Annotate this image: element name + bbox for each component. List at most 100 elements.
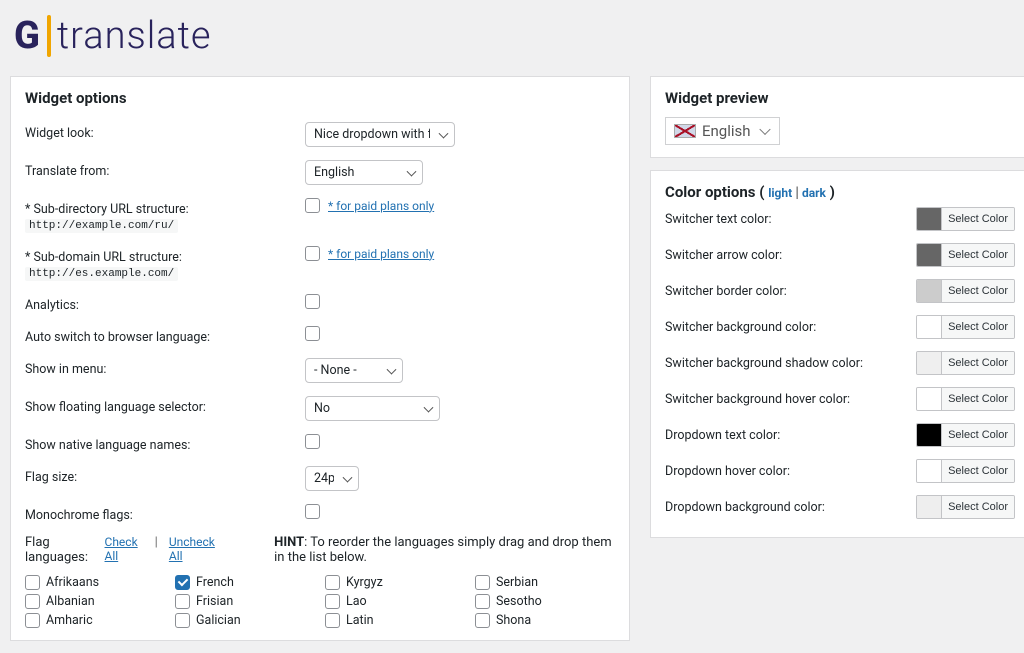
- brand-logo: G translate: [10, 10, 1014, 76]
- language-label: Frisian: [196, 594, 233, 609]
- floating-selector-select[interactable]: No: [305, 396, 440, 421]
- widget-options-title: Widget options: [25, 89, 615, 107]
- monochrome-flags-checkbox[interactable]: [305, 504, 320, 519]
- language-label: Serbian: [496, 575, 538, 590]
- language-label: Afrikaans: [46, 575, 99, 590]
- language-item: French: [175, 575, 315, 590]
- color-swatch[interactable]: [917, 352, 941, 374]
- color-options-panel: Color options ( light|dark ) Switcher te…: [650, 170, 1024, 538]
- color-swatch[interactable]: [917, 496, 941, 518]
- flag-size-select[interactable]: 24px: [305, 466, 359, 491]
- uncheck-all-link[interactable]: Uncheck All: [169, 535, 218, 563]
- language-checkbox[interactable]: [25, 594, 40, 609]
- translate-from-select[interactable]: English: [305, 160, 423, 185]
- select-color-button[interactable]: Select Color: [941, 388, 1014, 410]
- language-checkbox[interactable]: [175, 575, 190, 590]
- flag-size-label: Flag size:: [25, 466, 305, 485]
- language-item: Galician: [175, 613, 315, 628]
- language-label: Lao: [346, 594, 367, 609]
- language-label: Sesotho: [496, 594, 542, 609]
- language-item: Latin: [325, 613, 465, 628]
- brand-word: translate: [57, 14, 212, 58]
- color-option-label: Switcher background hover color:: [665, 392, 850, 407]
- sub-domain-checkbox[interactable]: [305, 246, 320, 261]
- select-color-button[interactable]: Select Color: [941, 352, 1014, 374]
- language-label: Latin: [346, 613, 374, 628]
- sub-domain-label: * Sub-domain URL structure:: [25, 250, 305, 265]
- language-label: French: [196, 575, 234, 590]
- color-option-label: Dropdown background color:: [665, 500, 825, 515]
- brand-divider: [47, 15, 51, 57]
- language-checkbox[interactable]: [325, 594, 340, 609]
- language-item: Shona: [475, 613, 615, 628]
- color-option-label: Dropdown text color:: [665, 428, 780, 443]
- language-checkbox[interactable]: [25, 613, 40, 628]
- sub-domain-example: http://es.example.com/: [25, 267, 178, 281]
- select-color-button[interactable]: Select Color: [941, 280, 1014, 302]
- check-all-link[interactable]: Check All: [105, 535, 144, 563]
- language-label: Albanian: [46, 594, 95, 609]
- select-color-button[interactable]: Select Color: [941, 208, 1014, 230]
- language-item: Kyrgyz: [325, 575, 465, 590]
- language-item: Albanian: [25, 594, 165, 609]
- hint-label: HINT: [274, 535, 304, 550]
- color-option-row: Switcher background hover color: Select C…: [665, 381, 1015, 417]
- sub-directory-example: http://example.com/ru/: [25, 219, 178, 233]
- language-item: Afrikaans: [25, 575, 165, 590]
- flag-icon: [674, 124, 696, 138]
- color-option-row: Switcher background shadow color: Select …: [665, 345, 1015, 381]
- language-item: Serbian: [475, 575, 615, 590]
- analytics-checkbox[interactable]: [305, 294, 320, 309]
- color-swatch[interactable]: [917, 388, 941, 410]
- theme-light-link[interactable]: light: [768, 186, 792, 200]
- language-checkbox[interactable]: [175, 613, 190, 628]
- language-item: Frisian: [175, 594, 315, 609]
- color-option-label: Switcher background shadow color:: [665, 356, 863, 371]
- select-color-button[interactable]: Select Color: [941, 496, 1014, 518]
- color-option-row: Switcher border color:Select Color: [665, 273, 1015, 309]
- color-option-row: Switcher background color: Select Color: [665, 309, 1015, 345]
- select-color-button[interactable]: Select Color: [941, 460, 1014, 482]
- show-in-menu-select[interactable]: - None -: [305, 358, 403, 383]
- language-item: Sesotho: [475, 594, 615, 609]
- theme-dark-link[interactable]: dark: [802, 186, 826, 200]
- color-option-label: Switcher background color:: [665, 320, 816, 335]
- show-in-menu-label: Show in menu:: [25, 358, 305, 377]
- color-swatch[interactable]: [917, 280, 941, 302]
- widget-look-label: Widget look:: [25, 122, 305, 141]
- color-swatch[interactable]: [917, 244, 941, 266]
- flag-languages-label: Flag languages:: [25, 535, 97, 565]
- preview-language-switcher[interactable]: English: [665, 117, 780, 145]
- sub-directory-paid-link[interactable]: * for paid plans only: [328, 199, 434, 213]
- color-swatch[interactable]: [917, 424, 941, 446]
- color-swatch[interactable]: [917, 460, 941, 482]
- language-checkbox[interactable]: [475, 575, 490, 590]
- color-option-row: Dropdown hover color:Select Color: [665, 453, 1015, 489]
- language-checkbox[interactable]: [475, 613, 490, 628]
- widget-look-select[interactable]: Nice dropdown with flags: [305, 122, 455, 147]
- color-option-row: Dropdown background color: Select Color: [665, 489, 1015, 525]
- color-option-label: Switcher text color:: [665, 212, 772, 227]
- select-color-button[interactable]: Select Color: [941, 424, 1014, 446]
- select-color-button[interactable]: Select Color: [941, 244, 1014, 266]
- hint-text: : To reorder the languages simply drag a…: [274, 535, 612, 565]
- sub-domain-paid-link[interactable]: * for paid plans only: [328, 247, 434, 261]
- native-names-checkbox[interactable]: [305, 434, 320, 449]
- language-label: Shona: [496, 613, 531, 628]
- auto-switch-checkbox[interactable]: [305, 326, 320, 341]
- sub-directory-label: * Sub-directory URL structure:: [25, 202, 305, 217]
- language-checkbox[interactable]: [325, 613, 340, 628]
- monochrome-flags-label: Monochrome flags:: [25, 504, 305, 523]
- sub-directory-checkbox[interactable]: [305, 198, 320, 213]
- select-color-button[interactable]: Select Color: [941, 316, 1014, 338]
- native-names-label: Show native language names:: [25, 434, 305, 453]
- color-swatch[interactable]: [917, 208, 941, 230]
- language-checkbox[interactable]: [325, 575, 340, 590]
- auto-switch-label: Auto switch to browser language:: [25, 326, 305, 345]
- language-item: Lao: [325, 594, 465, 609]
- color-swatch[interactable]: [917, 316, 941, 338]
- language-checkbox[interactable]: [175, 594, 190, 609]
- language-checkbox[interactable]: [25, 575, 40, 590]
- preview-current-language: English: [702, 122, 751, 140]
- language-checkbox[interactable]: [475, 594, 490, 609]
